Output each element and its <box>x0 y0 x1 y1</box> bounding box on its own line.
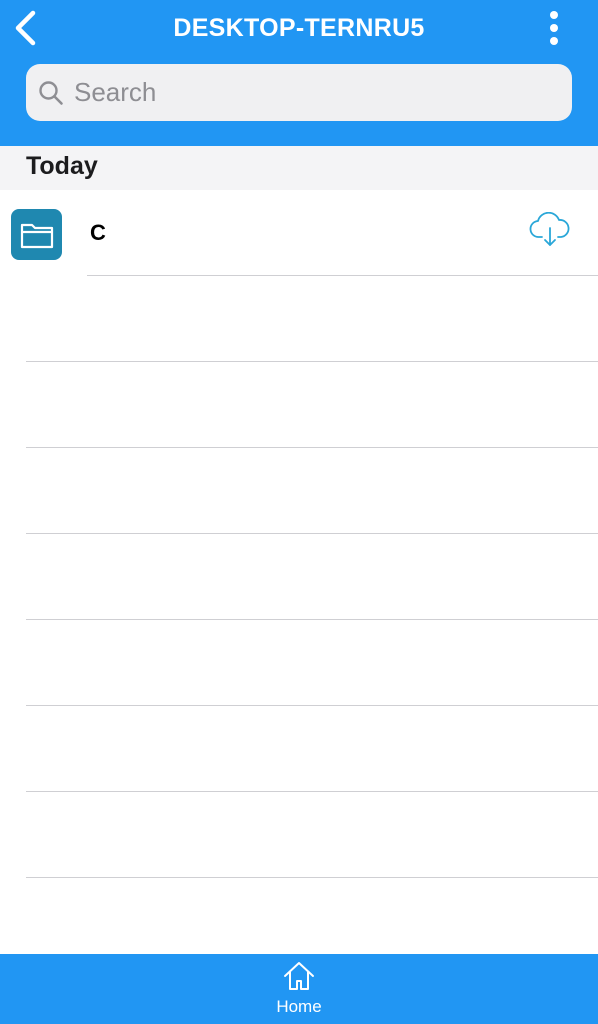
back-button[interactable] <box>6 6 46 50</box>
row-separator <box>26 361 598 362</box>
row-separator <box>26 705 598 706</box>
more-vertical-icon <box>550 11 558 19</box>
header-bar: DESKTOP-TERNRU5 <box>0 0 598 146</box>
row-separator <box>26 447 598 448</box>
row-separator <box>26 619 598 620</box>
item-name: C <box>90 220 106 245</box>
page-title: DESKTOP-TERNRU5 <box>173 14 425 42</box>
tab-label: Home <box>276 997 322 1016</box>
tab-home[interactable]: Home <box>249 960 349 1020</box>
file-browser-screen: DESKTOP-TERNRU5 Today C <box>0 0 598 1024</box>
search-input[interactable] <box>72 76 546 109</box>
chevron-left-icon <box>15 10 36 46</box>
search-icon <box>38 80 64 106</box>
row-separator <box>26 533 598 534</box>
cloud-download-icon <box>529 212 570 246</box>
folder-icon <box>11 209 62 260</box>
row-separator <box>26 877 598 878</box>
section-label: Today <box>26 152 98 180</box>
download-button[interactable] <box>528 210 572 250</box>
more-options-button[interactable] <box>544 8 564 48</box>
search-bar[interactable] <box>26 64 572 121</box>
list-divider <box>87 275 598 276</box>
home-icon <box>283 960 315 992</box>
row-separator <box>26 791 598 792</box>
list-item[interactable]: C <box>0 190 598 276</box>
tab-bar: Home <box>0 954 598 1024</box>
section-header: Today <box>0 146 598 190</box>
